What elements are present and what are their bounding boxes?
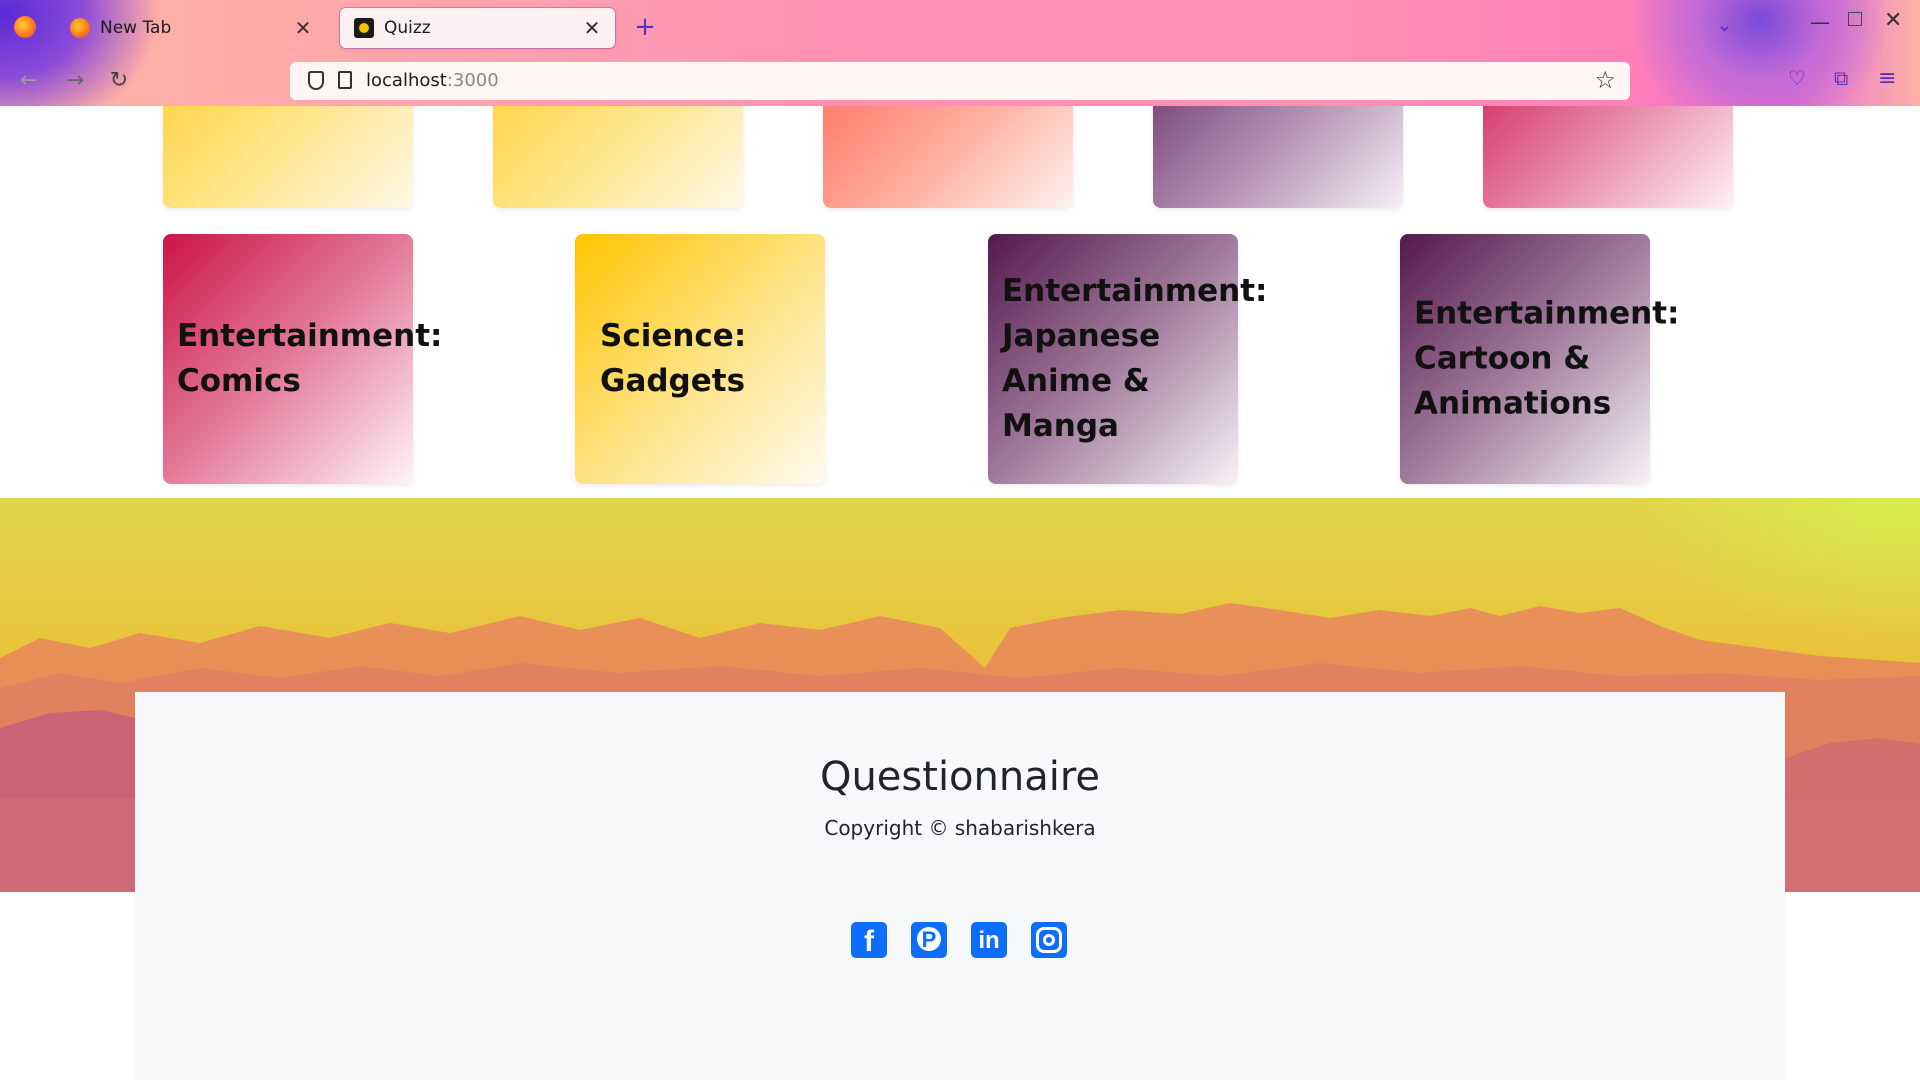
category-card-anime-manga[interactable]: Entertainment: Japanese Anime & Manga [988, 234, 1268, 484]
list-all-tabs-chevron-icon[interactable]: ⌄ [1716, 12, 1733, 36]
category-title: Entertainment: Cartoon & Animations [1414, 295, 1680, 422]
category-card[interactable] [493, 106, 743, 208]
category-title: Entertainment: Comics [177, 318, 443, 399]
category-card-cartoon-animations[interactable]: Entertainment: Cartoon & Animations [1400, 234, 1680, 484]
page-content: Entertainment: Comics Science: Gadgets E… [0, 106, 1920, 1080]
tracking-shield-icon[interactable] [308, 71, 324, 90]
forward-arrow-icon[interactable]: → [62, 68, 88, 93]
linkedin-icon[interactable]: in [971, 922, 1007, 958]
minimize-icon[interactable]: — [1810, 10, 1830, 34]
browser-chrome: New Tab ✕ Quizz ✕ + ⌄ — ✕ ← → ↻ localhos… [0, 0, 1920, 106]
reload-icon[interactable]: ↻ [106, 68, 132, 93]
back-arrow-icon[interactable]: ← [16, 68, 42, 93]
category-card[interactable] [1153, 106, 1403, 208]
category-card-gadgets[interactable]: Science: Gadgets [575, 234, 825, 484]
url-bar[interactable]: localhost:3000 ☆ [290, 62, 1630, 100]
footer-copyright: Copyright © shabarishkera [824, 816, 1096, 840]
url-port: :3000 [446, 70, 499, 91]
category-title: Science: Gadgets [600, 318, 747, 399]
close-tab-icon[interactable]: ✕ [581, 17, 603, 39]
category-card[interactable] [823, 106, 1073, 208]
category-card[interactable] [163, 106, 413, 208]
page-info-icon[interactable] [338, 71, 352, 89]
social-links: f in [851, 922, 1067, 958]
footer-title: Questionnaire [819, 754, 1101, 800]
tab-strip: New Tab ✕ Quizz ✕ + ⌄ — ✕ [0, 0, 1920, 54]
new-tab-plus-icon[interactable]: + [630, 12, 660, 42]
nav-bar: ← → ↻ localhost:3000 ☆ ♡ ⧉ ≡ [0, 54, 1920, 106]
close-tab-icon[interactable]: ✕ [292, 17, 314, 39]
hamburger-menu-icon[interactable]: ≡ [1878, 66, 1896, 91]
category-card[interactable] [1483, 106, 1733, 208]
pinterest-icon[interactable] [911, 922, 947, 958]
firefox-icon [70, 18, 90, 38]
tab-title: New Tab [100, 18, 172, 38]
facebook-icon[interactable]: f [851, 922, 887, 958]
tab-new-tab[interactable]: New Tab ✕ [56, 8, 326, 48]
pocket-icon[interactable]: ♡ [1788, 66, 1806, 90]
bookmark-star-icon[interactable]: ☆ [1594, 66, 1616, 94]
url-host: localhost [366, 70, 447, 91]
tab-quizz[interactable]: Quizz ✕ [340, 8, 615, 48]
category-card-comics[interactable]: Entertainment: Comics [163, 234, 443, 484]
quizz-favicon [354, 18, 374, 38]
tab-title: Quizz [384, 18, 431, 38]
firefox-menu-icon[interactable] [14, 16, 36, 38]
window-close-icon[interactable]: ✕ [1884, 8, 1902, 33]
extensions-puzzle-icon[interactable]: ⧉ [1834, 66, 1848, 90]
url-text[interactable]: localhost:3000 [366, 70, 499, 91]
footer: Questionnaire Copyright © shabarishkera … [135, 692, 1785, 1080]
category-title: Entertainment: Japanese Anime & Manga [1002, 273, 1268, 444]
instagram-icon[interactable] [1031, 922, 1067, 958]
restore-icon[interactable] [1848, 12, 1862, 26]
